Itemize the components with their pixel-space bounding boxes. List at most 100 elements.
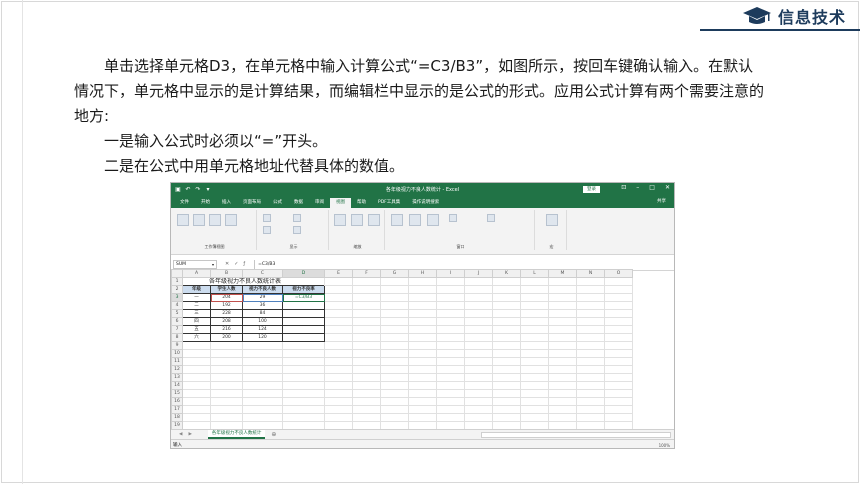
col-header-h[interactable]: H — [408, 269, 437, 278]
row-header[interactable]: 8 — [171, 333, 183, 342]
header-cell-grade[interactable]: 年级 — [182, 285, 211, 294]
cell-a6[interactable]: 四 — [182, 317, 211, 326]
new-window-icon[interactable] — [391, 214, 403, 226]
formula-bar-checkbox-icon[interactable] — [293, 214, 301, 222]
share-button[interactable]: 共享 — [657, 198, 666, 204]
col-header-b[interactable]: B — [210, 269, 243, 278]
col-header-a[interactable]: A — [182, 269, 211, 278]
cell-a5[interactable]: 三 — [182, 309, 211, 318]
tab-help[interactable]: 帮助 — [351, 198, 372, 208]
row-header[interactable]: 4 — [171, 301, 183, 310]
cell-b5[interactable]: 228 — [210, 309, 243, 318]
formula-buttons[interactable]: ✕✓ƒ — [225, 261, 250, 267]
row-header[interactable]: 1 — [171, 277, 183, 286]
col-header-e[interactable]: E — [324, 269, 353, 278]
col-header-d[interactable]: D — [282, 269, 325, 278]
row-header[interactable]: 16 — [171, 397, 183, 406]
freeze-panes-icon[interactable] — [427, 214, 439, 226]
col-header-n[interactable]: N — [576, 269, 605, 278]
row-header[interactable]: 18 — [171, 413, 183, 422]
cell-d3-active[interactable]: =C3/B3 — [282, 293, 325, 302]
name-box[interactable]: SUM — [173, 259, 217, 269]
worksheet-grid[interactable]: A B C D E F G H I J K L M N O 1 各年级视力不良人… — [171, 269, 674, 429]
cell-d8[interactable] — [282, 333, 325, 342]
col-header-l[interactable]: L — [520, 269, 549, 278]
cell-a8[interactable]: 六 — [182, 333, 211, 342]
cell-a7[interactable]: 五 — [182, 325, 211, 334]
cell-b3[interactable]: 204 — [210, 293, 243, 302]
sheet-title-cell[interactable]: 各年级视力不良人数统计表 — [183, 278, 325, 286]
horizontal-scrollbar[interactable] — [481, 431, 671, 438]
cell-d5[interactable] — [282, 309, 325, 318]
tab-file[interactable]: 文件 — [174, 198, 195, 208]
tab-pdf-tools[interactable]: PDF工具集 — [372, 198, 406, 208]
cell-c6[interactable]: 100 — [242, 317, 283, 326]
col-header-m[interactable]: M — [548, 269, 577, 278]
row-header[interactable]: 17 — [171, 405, 183, 414]
cell-c8[interactable]: 120 — [242, 333, 283, 342]
gridlines-checkbox-icon[interactable] — [263, 226, 271, 234]
ruler-checkbox-icon[interactable] — [263, 214, 271, 222]
cell-c5[interactable]: 84 — [242, 309, 283, 318]
zoom-level[interactable]: 100% — [659, 443, 670, 448]
row-header[interactable]: 9 — [171, 341, 183, 350]
tell-me-search[interactable]: 操作说明搜索 — [406, 198, 445, 208]
view-side-by-side-icon[interactable] — [487, 214, 495, 222]
col-header-g[interactable]: G — [380, 269, 409, 278]
header-cell-poor-vision-rate[interactable]: 视力不良率 — [282, 285, 325, 294]
col-header-k[interactable]: K — [492, 269, 521, 278]
cell-a4[interactable]: 二 — [182, 301, 211, 310]
cell-d4[interactable] — [282, 301, 325, 310]
cell-b8[interactable]: 200 — [210, 333, 243, 342]
login-button[interactable]: 登录 — [583, 186, 600, 193]
cell-b6[interactable]: 208 — [210, 317, 243, 326]
tab-formulas[interactable]: 公式 — [267, 198, 288, 208]
select-all-corner[interactable] — [171, 269, 183, 278]
close-icon[interactable]: ✕ — [665, 184, 670, 191]
row-header[interactable]: 12 — [171, 365, 183, 374]
zoom-100-icon[interactable] — [351, 214, 363, 226]
add-sheet-icon[interactable]: ⊕ — [271, 431, 276, 438]
row-header[interactable]: 7 — [171, 325, 183, 334]
col-header-c[interactable]: C — [242, 269, 283, 278]
sheet-nav-icons[interactable]: ◀▶ — [179, 432, 198, 437]
header-cell-students[interactable]: 学生人数 — [210, 285, 243, 294]
minimize-icon[interactable]: – — [636, 184, 639, 191]
zoom-to-selection-icon[interactable] — [368, 214, 380, 226]
cell-a3[interactable]: 一 — [182, 293, 211, 302]
row-header[interactable]: 10 — [171, 349, 183, 358]
tab-view[interactable]: 视图 — [330, 198, 351, 208]
tab-review[interactable]: 审阅 — [309, 198, 330, 208]
macros-icon[interactable] — [546, 214, 558, 226]
cell-b7[interactable]: 216 — [210, 325, 243, 334]
normal-view-icon[interactable] — [177, 214, 189, 226]
tab-page-layout[interactable]: 页面布局 — [237, 198, 267, 208]
header-cell-poor-vision[interactable]: 视力不良人数 — [242, 285, 283, 294]
row-header[interactable]: 14 — [171, 381, 183, 390]
sheet-tab[interactable]: 各年级视力不良人数统计 — [207, 430, 266, 439]
formula-input[interactable]: =C3/B3 — [254, 259, 674, 269]
zoom-icon[interactable] — [334, 214, 346, 226]
row-header[interactable]: 15 — [171, 389, 183, 398]
cell-d7[interactable] — [282, 325, 325, 334]
col-header-i[interactable]: I — [436, 269, 465, 278]
cell-b4[interactable]: 192 — [210, 301, 243, 310]
row-header[interactable]: 13 — [171, 373, 183, 382]
tab-insert[interactable]: 插入 — [216, 198, 237, 208]
cell-d6[interactable] — [282, 317, 325, 326]
row-header[interactable]: 5 — [171, 309, 183, 318]
arrange-all-icon[interactable] — [409, 214, 421, 226]
ribbon-options-icon[interactable]: ⊡ — [621, 184, 626, 191]
page-break-preview-icon[interactable] — [193, 214, 205, 226]
row-header[interactable]: 2 — [171, 285, 183, 294]
row-header[interactable]: 19 — [171, 421, 183, 429]
col-header-f[interactable]: F — [352, 269, 381, 278]
headings-checkbox-icon[interactable] — [293, 226, 301, 234]
col-header-j[interactable]: J — [464, 269, 493, 278]
cell-c7[interactable]: 124 — [242, 325, 283, 334]
row-header[interactable]: 11 — [171, 357, 183, 366]
maximize-icon[interactable]: □ — [649, 184, 655, 191]
cell-c4[interactable]: 36 — [242, 301, 283, 310]
col-header-o[interactable]: O — [604, 269, 633, 278]
page-layout-view-icon[interactable] — [209, 214, 221, 226]
